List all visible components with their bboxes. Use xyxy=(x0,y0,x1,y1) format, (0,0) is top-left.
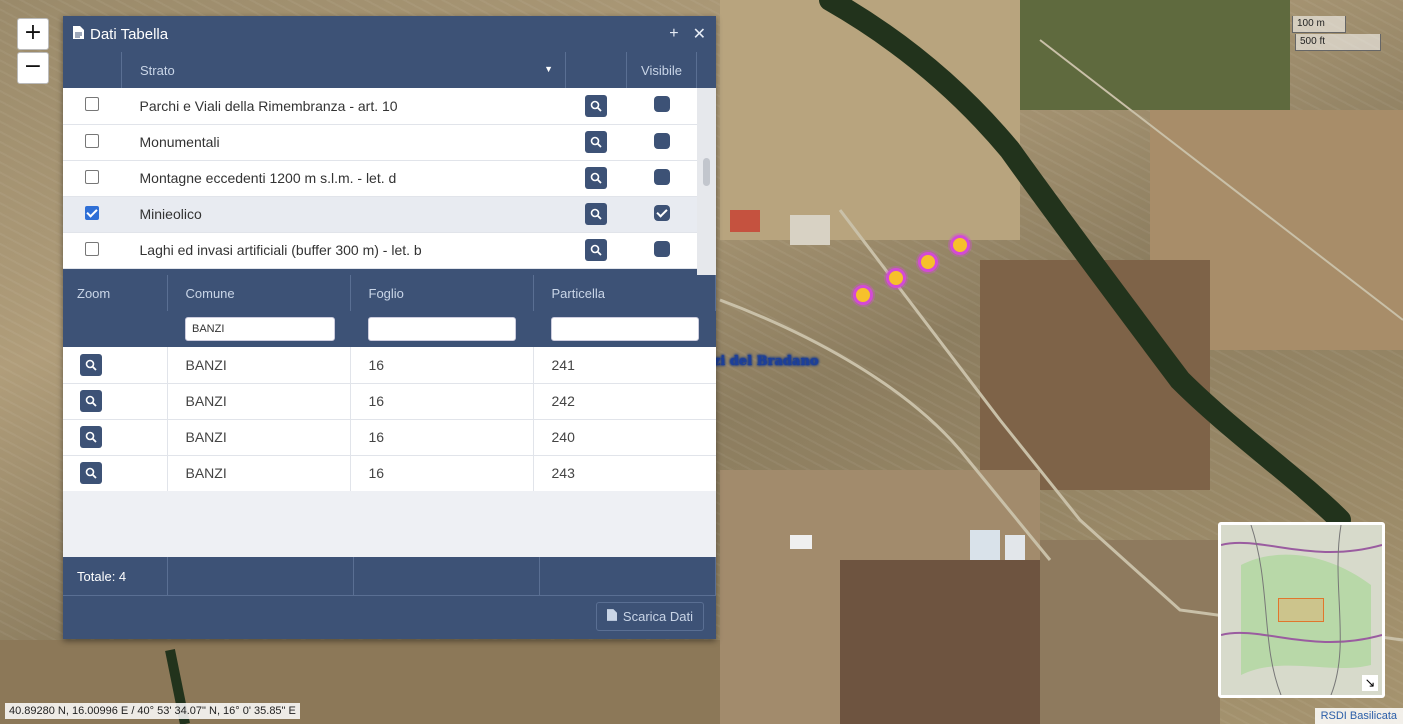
comune-filter-input[interactable] xyxy=(185,317,335,341)
visibility-toggle[interactable] xyxy=(653,168,670,185)
particella-column-header[interactable]: Particella xyxy=(533,275,716,311)
table-row[interactable]: BANZI 16 243 xyxy=(63,455,716,491)
visibility-toggle[interactable] xyxy=(653,132,670,149)
comune-column-header[interactable]: Comune xyxy=(167,275,351,311)
search-icon[interactable] xyxy=(80,462,102,484)
data-table-panel: Dati Tabella + ✕ Strato ▼ Visibile Parch… xyxy=(63,16,716,639)
map-place-label: zi del Bradano xyxy=(713,354,819,369)
strato-column-header[interactable]: Strato ▼ xyxy=(121,52,566,88)
comune-cell: BANZI xyxy=(167,383,351,419)
document-icon xyxy=(73,26,84,42)
close-button[interactable]: ✕ xyxy=(693,24,706,44)
foglio-cell: 16 xyxy=(350,347,534,383)
search-icon[interactable] xyxy=(585,167,607,189)
expand-arrow-icon[interactable]: ↘ xyxy=(1362,675,1378,691)
layer-row[interactable]: Monumentali xyxy=(63,124,697,160)
chevron-down-icon[interactable]: ▼ xyxy=(544,64,553,74)
zoom-column-header: Zoom xyxy=(63,275,168,311)
layers-scrollbar[interactable] xyxy=(697,88,716,275)
wind-turbine-marker[interactable] xyxy=(853,285,873,305)
overview-extent-box[interactable] xyxy=(1278,598,1324,622)
foglio-cell: 16 xyxy=(350,383,534,419)
download-data-label: Scarica Dati xyxy=(622,609,693,624)
search-icon[interactable] xyxy=(80,390,102,412)
search-icon[interactable] xyxy=(585,203,607,225)
strato-header-label: Strato xyxy=(140,62,175,78)
scale-bar-imperial: 500 ft xyxy=(1295,34,1381,51)
layers-table: Strato ▼ Visibile Parchi e Viali della R… xyxy=(63,52,697,269)
results-footer: Totale: 4 xyxy=(63,557,716,595)
visibility-toggle[interactable] xyxy=(653,96,670,113)
wind-turbine-marker[interactable] xyxy=(886,268,906,288)
particella-cell: 242 xyxy=(551,393,575,409)
filter-row xyxy=(63,311,716,347)
layer-checkbox[interactable] xyxy=(85,133,100,148)
zoom-out-button[interactable]: − xyxy=(17,52,49,84)
layer-name: Minieolico xyxy=(139,206,202,222)
results-table: Zoom Comune Foglio Particella BANZI16241… xyxy=(63,275,716,492)
results-header-row: Zoom Comune Foglio Particella xyxy=(63,275,716,311)
layer-row[interactable]: Montagne eccedenti 1200 m s.l.m. - let. … xyxy=(63,160,697,196)
foglio-cell: 16 xyxy=(350,455,534,491)
search-icon[interactable] xyxy=(80,426,102,448)
map-credit-link[interactable]: RSDI Basilicata xyxy=(1314,708,1403,724)
wind-turbine-marker[interactable] xyxy=(950,235,970,255)
footer-divider xyxy=(63,595,716,596)
wind-turbine-marker[interactable] xyxy=(918,252,938,272)
particella-cell: 240 xyxy=(551,429,575,445)
coordinate-readout: 40.89280 N, 16.00996 E / 40° 53' 34.07" … xyxy=(5,703,300,719)
scrollbar-thumb[interactable] xyxy=(703,158,710,186)
layer-name: Laghi ed invasi artificiali (buffer 300 … xyxy=(139,242,422,258)
layer-checkbox[interactable] xyxy=(85,169,100,184)
add-button[interactable]: + xyxy=(669,25,678,43)
comune-cell: BANZI xyxy=(167,419,351,455)
table-row[interactable]: BANZI 16 241 xyxy=(63,347,716,383)
layer-row[interactable]: Laghi ed invasi artificiali (buffer 300 … xyxy=(63,232,697,268)
particella-cell: 243 xyxy=(551,465,575,481)
layer-name: Monumentali xyxy=(139,134,220,150)
table-row[interactable]: BANZI 16 242 xyxy=(63,383,716,419)
visibility-toggle[interactable] xyxy=(653,240,670,257)
layer-row[interactable]: Parchi e Viali della Rimembranza - art. … xyxy=(63,88,697,124)
overview-map[interactable]: ↘ xyxy=(1218,522,1385,698)
document-icon xyxy=(606,609,617,624)
layer-row[interactable]: Minieolico xyxy=(63,196,697,232)
layer-checkbox[interactable] xyxy=(85,205,100,220)
particella-filter-input[interactable] xyxy=(551,317,699,341)
search-icon[interactable] xyxy=(585,94,607,117)
comune-cell: BANZI xyxy=(167,455,351,491)
visibility-toggle[interactable] xyxy=(653,204,670,221)
scale-bar-metric: 100 m xyxy=(1292,16,1346,33)
foglio-filter-input[interactable] xyxy=(368,317,516,341)
download-data-button[interactable]: Scarica Dati xyxy=(595,602,704,631)
search-icon[interactable] xyxy=(585,239,607,261)
results-empty-area xyxy=(63,491,716,557)
search-icon[interactable] xyxy=(585,131,607,153)
panel-title: Dati Tabella xyxy=(90,25,169,43)
particella-cell: 241 xyxy=(551,356,575,373)
panel-titlebar[interactable]: Dati Tabella + ✕ xyxy=(63,16,716,52)
layer-name: Montagne eccedenti 1200 m s.l.m. - let. … xyxy=(139,170,397,186)
comune-cell: BANZI xyxy=(167,347,351,383)
zoom-in-button[interactable]: + xyxy=(17,18,49,50)
layer-checkbox[interactable] xyxy=(85,97,100,112)
foglio-column-header[interactable]: Foglio xyxy=(350,275,534,311)
total-count: Totale: 4 xyxy=(63,557,168,595)
search-icon[interactable] xyxy=(80,353,102,376)
visibile-column-header: Visibile xyxy=(626,52,697,88)
layer-name: Parchi e Viali della Rimembranza - art. … xyxy=(139,97,398,114)
table-row[interactable]: BANZI 16 240 xyxy=(63,419,716,455)
layer-checkbox[interactable] xyxy=(85,241,100,256)
layers-header-row: Strato ▼ Visibile xyxy=(63,52,697,88)
foglio-cell: 16 xyxy=(350,419,534,455)
